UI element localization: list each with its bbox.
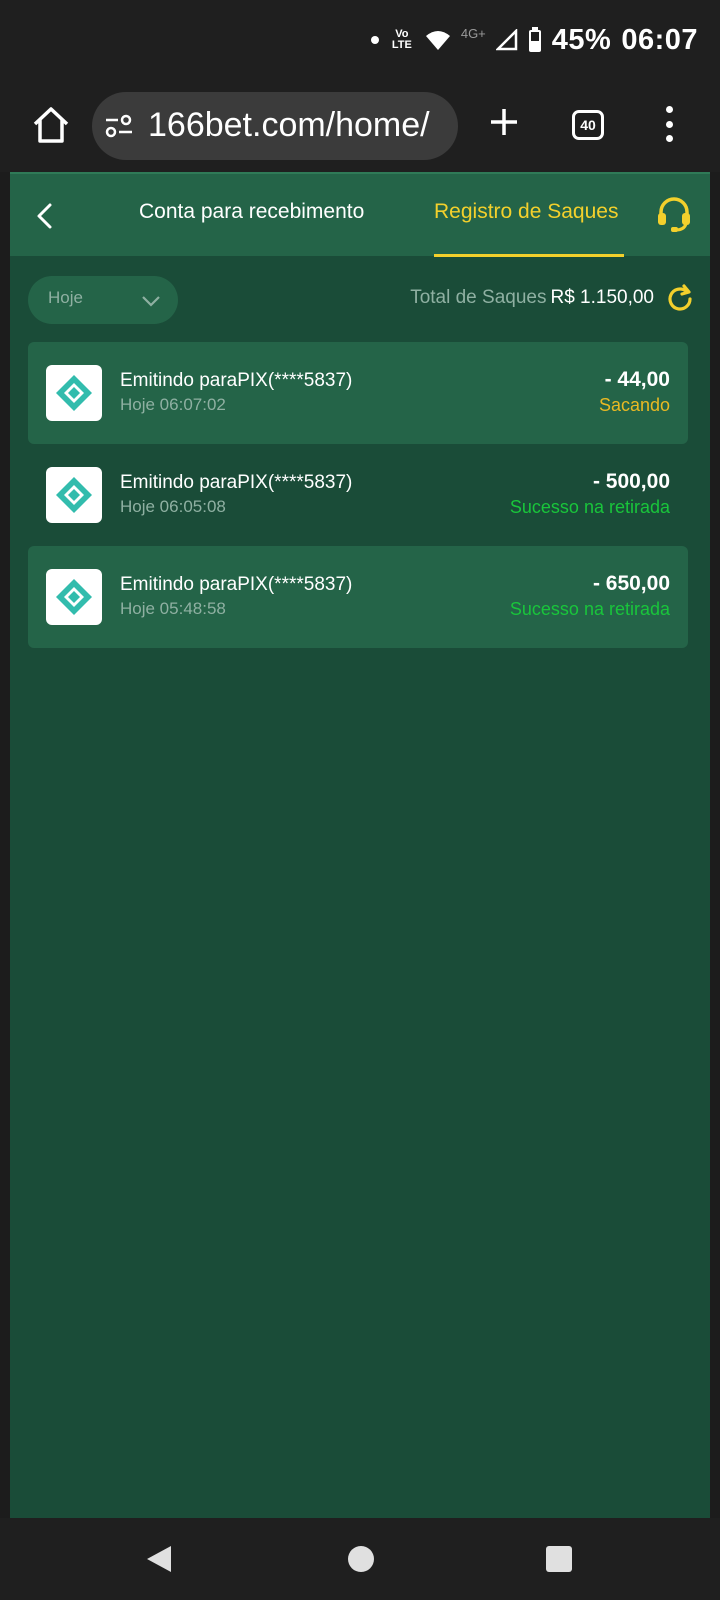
notification-dot-icon [370, 36, 379, 44]
record-title: Emitindo paraPIX(****5837) [120, 370, 353, 391]
record-amount: - 650,00 [592, 572, 670, 595]
refresh-icon[interactable] [664, 283, 696, 315]
nav-back-icon[interactable] [145, 1544, 173, 1574]
withdrawal-list: Emitindo paraPIX(****5837) Hoje 06:07:02 -… [28, 342, 688, 648]
signal-icon [495, 29, 518, 51]
address-bar[interactable]: 166bet.com/home/ [92, 92, 458, 160]
page-header: Conta para recebimento Registro de Saque… [10, 172, 710, 257]
battery-icon [528, 27, 541, 52]
battery-percent: 45% [551, 23, 612, 56]
pix-logo-icon [46, 467, 102, 523]
wifi-icon [425, 31, 450, 50]
nav-home-icon[interactable] [348, 1546, 374, 1572]
home-icon[interactable] [30, 104, 72, 146]
date-filter-value: Hoje [48, 288, 83, 307]
record-status: Sacando [598, 395, 670, 415]
list-item[interactable]: Emitindo paraPIX(****5837) Hoje 06:07:02 -… [28, 342, 688, 444]
date-filter-dropdown[interactable]: Hoje [28, 276, 178, 324]
back-arrow-icon[interactable] [30, 200, 60, 232]
volte-icon: Vo LTE [391, 28, 412, 51]
total-value: R$ 1.150,00 [550, 287, 654, 308]
tab-account[interactable]: Conta para recebimento [139, 200, 364, 224]
list-item[interactable]: Emitindo paraPIX(****5837) Hoje 05:48:58 -… [28, 546, 688, 648]
new-tab-icon[interactable] [488, 106, 520, 138]
record-status: Sucesso na retirada [509, 497, 670, 517]
record-amount: - 500,00 [592, 470, 670, 493]
chevron-down-icon [142, 296, 160, 307]
record-title: Emitindo paraPIX(****5837) [120, 574, 353, 595]
site-settings-icon[interactable] [104, 112, 134, 140]
record-time: Hoje 06:07:02 [120, 395, 226, 414]
total-label: Total de Saques [410, 287, 547, 308]
browser-menu-icon[interactable] [662, 106, 676, 142]
record-status: Sucesso na retirada [509, 599, 670, 619]
record-time: Hoje 06:05:08 [120, 497, 226, 516]
record-title: Emitindo paraPIX(****5837) [120, 472, 353, 493]
clock: 06:07 [621, 23, 698, 56]
tab-withdrawal-records[interactable]: Registro de Saques [434, 200, 618, 224]
withdrawal-page: Conta para recebimento Registro de Saque… [10, 172, 710, 1518]
system-nav-bar [0, 1518, 720, 1600]
headset-support-icon[interactable] [654, 194, 694, 234]
url-text: 166bet.com/home/ [148, 106, 430, 144]
status-bar: Vo LTE 4G+ 45% 06:07 [0, 0, 720, 80]
network-type-label: 4G+ [460, 25, 486, 41]
pix-logo-icon [46, 569, 102, 625]
tab-switcher-button[interactable]: 40 [572, 110, 604, 140]
total-withdrawals: Total de Saques R$ 1.150,00 [410, 287, 654, 309]
pix-logo-icon [46, 365, 102, 421]
nav-recents-icon[interactable] [546, 1546, 572, 1572]
browser-toolbar: 166bet.com/home/ 40 [0, 80, 720, 172]
active-tab-indicator [434, 254, 624, 257]
list-item[interactable]: Emitindo paraPIX(****5837) Hoje 06:05:08 -… [28, 444, 688, 546]
record-time: Hoje 05:48:58 [120, 599, 226, 618]
record-amount: - 44,00 [604, 368, 670, 391]
